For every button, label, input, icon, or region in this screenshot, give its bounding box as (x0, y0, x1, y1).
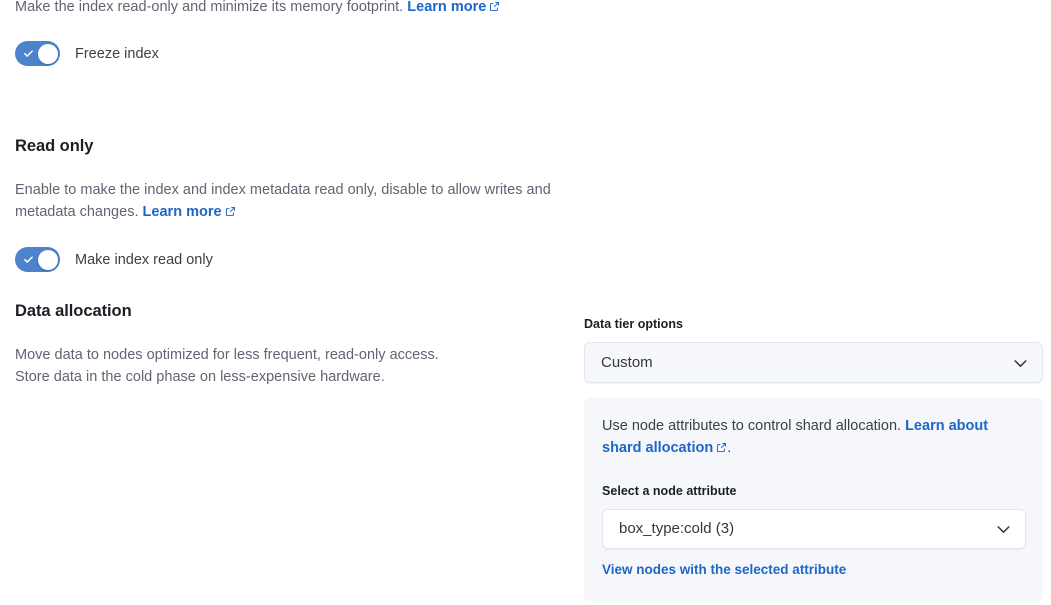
chevron-down-icon (995, 521, 1012, 538)
make-index-read-only-toggle-label: Make index read only (75, 251, 213, 268)
external-link-icon (716, 442, 727, 453)
node-attribute-value: box_type:cold (3) (619, 520, 735, 537)
read-only-learn-more-link[interactable]: Learn more (143, 204, 222, 220)
toggle-knob (37, 249, 58, 270)
node-attribute-panel-description-text: Use node attributes to control shard all… (602, 418, 906, 434)
freeze-description: Make the index read-only and minimize it… (15, 0, 535, 18)
index-lifecycle-cold-phase-form: Make the index read-only and minimize it… (0, 0, 1051, 605)
node-attribute-select[interactable]: box_type:cold (3) (602, 509, 1026, 549)
select-node-attribute-label: Select a node attribute (602, 484, 737, 498)
data-allocation-description: Move data to nodes optimized for less fr… (15, 344, 555, 388)
read-only-description-text: Enable to make the index and index metad… (15, 182, 551, 220)
view-nodes-link-row: View nodes with the selected attribute (602, 561, 1025, 579)
external-link-icon (489, 1, 500, 12)
read-only-description: Enable to make the index and index metad… (15, 179, 567, 223)
data-tier-options-group: Data tier options Custom Use node attrib… (584, 315, 1043, 601)
node-attribute-panel-description-suffix: . (727, 440, 732, 456)
freeze-index-toggle-label: Freeze index (75, 45, 159, 62)
node-attribute-panel: Use node attributes to control shard all… (584, 398, 1043, 601)
make-index-read-only-toggle[interactable] (15, 247, 60, 272)
freeze-index-toggle-row: Freeze index (15, 41, 571, 66)
freeze-learn-more-link[interactable]: Learn more (407, 0, 486, 15)
read-only-heading: Read only (15, 137, 94, 155)
data-allocation-description-line2: Store data in the cold phase on less-exp… (15, 369, 385, 385)
node-attribute-panel-description: Use node attributes to control shard all… (602, 415, 1007, 459)
data-allocation-section: Data allocation Move data to nodes optim… (15, 300, 571, 388)
check-icon (23, 48, 34, 59)
freeze-index-toggle[interactable] (15, 41, 60, 66)
data-tier-options-label: Data tier options (584, 317, 683, 331)
external-link-icon (225, 206, 236, 217)
data-allocation-heading: Data allocation (15, 302, 132, 320)
view-nodes-link[interactable]: View nodes with the selected attribute (602, 562, 846, 577)
toggle-knob (37, 43, 58, 64)
data-tier-options-select[interactable]: Custom (584, 342, 1043, 383)
data-tier-options-value: Custom (601, 353, 653, 371)
freeze-section: Make the index read-only and minimize it… (15, 0, 571, 66)
read-only-toggle-row: Make index read only (15, 247, 571, 272)
check-icon (23, 254, 34, 265)
read-only-section: Read only Enable to make the index and i… (15, 135, 571, 272)
chevron-down-icon (1012, 354, 1029, 371)
data-allocation-description-line1: Move data to nodes optimized for less fr… (15, 347, 439, 363)
freeze-description-text: Make the index read-only and minimize it… (15, 0, 408, 15)
